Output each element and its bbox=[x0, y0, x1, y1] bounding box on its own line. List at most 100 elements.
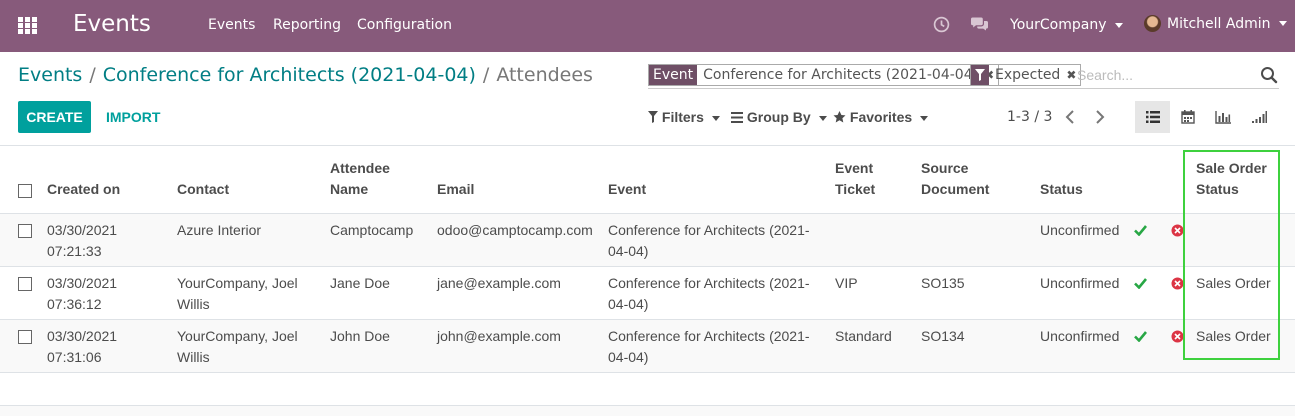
confirm-checkmark-icon[interactable] bbox=[1134, 330, 1148, 346]
facet-value: Conference for Architects (2021-04-04) bbox=[703, 67, 979, 83]
cell-email: odoo@camptocamp.com bbox=[437, 222, 593, 238]
table-row[interactable]: 03/30/2021 07:36:12 YourCompany, Joel Wi… bbox=[0, 267, 1295, 320]
cell-event-ticket: Standard bbox=[835, 328, 892, 344]
column-created-on[interactable]: Created on bbox=[47, 179, 120, 200]
avatar bbox=[1144, 15, 1161, 32]
cell-created-on: 03/30/2021 07:21:33 bbox=[47, 222, 118, 259]
table-header: Created on Contact Attendee Name Email E… bbox=[0, 146, 1295, 214]
cell-event: Conference for Architects (2021-04-04) bbox=[608, 222, 810, 259]
search-input[interactable] bbox=[1077, 65, 1252, 85]
cell-sale-order-status: Sales Order bbox=[1196, 275, 1271, 291]
cell-email: john@example.com bbox=[437, 328, 561, 344]
cell-contact: YourCompany, Joel Willis bbox=[177, 275, 298, 312]
breadcrumb-separator: / bbox=[89, 64, 96, 86]
search-facet-filter[interactable]: Expected ✖ bbox=[970, 64, 1082, 86]
cancel-circle-icon[interactable] bbox=[1171, 224, 1184, 241]
column-event[interactable]: Event bbox=[608, 179, 646, 200]
table-row[interactable]: 03/30/2021 07:21:33 Azure Interior Campt… bbox=[0, 214, 1295, 267]
company-name: YourCompany bbox=[1010, 17, 1107, 33]
facet-value: Expected bbox=[995, 67, 1061, 83]
cell-created-on: 03/30/2021 07:31:06 bbox=[47, 328, 118, 365]
row-checkbox[interactable] bbox=[18, 330, 32, 344]
breadcrumb: Events / Conference for Architects (2021-0… bbox=[18, 64, 593, 86]
group-by-dropdown[interactable]: Group By bbox=[731, 109, 827, 125]
select-all-checkbox[interactable] bbox=[18, 184, 32, 198]
clock-icon[interactable] bbox=[933, 16, 950, 37]
chevron-down-icon bbox=[1114, 22, 1123, 28]
search-facet-event[interactable]: Event Conference for Architects (2021-04… bbox=[648, 64, 1000, 86]
cell-email: jane@example.com bbox=[437, 275, 561, 291]
cancel-circle-icon[interactable] bbox=[1171, 330, 1184, 347]
user-name: Mitchell Admin bbox=[1167, 15, 1271, 32]
column-status[interactable]: Status bbox=[1040, 179, 1083, 200]
cell-contact: YourCompany, Joel Willis bbox=[177, 328, 298, 365]
chevron-down-icon bbox=[818, 115, 827, 121]
bar-chart-icon bbox=[1214, 110, 1231, 124]
menu-reporting[interactable]: Reporting bbox=[273, 17, 341, 33]
table-row[interactable]: 03/30/2021 07:31:06 YourCompany, Joel Wi… bbox=[0, 320, 1295, 373]
confirm-checkmark-icon[interactable] bbox=[1134, 224, 1148, 240]
menu-events[interactable]: Events bbox=[208, 17, 255, 33]
signal-bars-icon bbox=[1251, 110, 1267, 123]
chevron-down-icon bbox=[920, 115, 929, 121]
favorites-dropdown[interactable]: Favorites bbox=[833, 109, 929, 125]
cell-created-on: 03/30/2021 07:36:12 bbox=[47, 275, 118, 312]
filters-dropdown[interactable]: Filters bbox=[648, 109, 720, 125]
import-button[interactable]: IMPORT bbox=[106, 109, 160, 125]
user-menu[interactable]: Mitchell Admin bbox=[1144, 15, 1287, 32]
pager-value[interactable]: 1-3 / 3 bbox=[1007, 109, 1052, 125]
column-contact[interactable]: Contact bbox=[177, 179, 229, 200]
chevron-down-icon bbox=[1278, 21, 1287, 26]
list-icon bbox=[731, 112, 743, 123]
cohort-view-button[interactable] bbox=[1241, 101, 1276, 133]
list-view-icon bbox=[1145, 111, 1160, 123]
search-bar: Event Conference for Architects (2021-04… bbox=[648, 63, 1279, 89]
calendar-view-button[interactable] bbox=[1170, 101, 1205, 133]
cell-status: Unconfirmed bbox=[1040, 222, 1120, 238]
app-title[interactable]: Events bbox=[73, 11, 151, 37]
favorites-label: Favorites bbox=[849, 109, 913, 125]
cell-status: Unconfirmed bbox=[1040, 328, 1120, 344]
filters-label: Filters bbox=[661, 109, 704, 125]
confirm-checkmark-icon[interactable] bbox=[1134, 277, 1148, 293]
breadcrumb-event[interactable]: Conference for Architects (2021-04-04) bbox=[103, 64, 476, 86]
cell-sale-order-status: Sales Order bbox=[1196, 328, 1271, 344]
search-icon[interactable] bbox=[1260, 66, 1278, 88]
cell-status: Unconfirmed bbox=[1040, 275, 1120, 291]
filter-icon bbox=[971, 65, 989, 85]
column-sale-order-status[interactable]: Sale Order Status bbox=[1196, 158, 1276, 200]
company-switcher[interactable]: YourCompany bbox=[1010, 17, 1123, 33]
star-icon bbox=[833, 111, 846, 123]
column-attendee-name[interactable]: Attendee Name bbox=[330, 158, 410, 200]
filter-icon bbox=[648, 111, 658, 123]
list-footer bbox=[0, 406, 1295, 416]
cell-event: Conference for Architects (2021-04-04) bbox=[608, 275, 810, 312]
calendar-icon bbox=[1180, 110, 1195, 124]
column-email[interactable]: Email bbox=[437, 179, 474, 200]
column-event-ticket[interactable]: Event Ticket bbox=[835, 158, 895, 200]
cell-attendee-name: Jane Doe bbox=[330, 275, 390, 291]
column-source-document[interactable]: Source Document bbox=[921, 158, 1001, 200]
apps-grid-icon[interactable] bbox=[18, 17, 37, 34]
group-by-label: Group By bbox=[746, 109, 811, 125]
cancel-circle-icon[interactable] bbox=[1171, 277, 1184, 294]
chat-icon[interactable] bbox=[970, 16, 989, 37]
row-checkbox[interactable] bbox=[18, 224, 32, 238]
breadcrumb-events[interactable]: Events bbox=[18, 64, 82, 86]
cell-contact: Azure Interior bbox=[177, 222, 262, 238]
cell-attendee-name: Camptocamp bbox=[330, 222, 414, 238]
facet-tag: Event bbox=[649, 65, 698, 85]
menu-configuration[interactable]: Configuration bbox=[357, 17, 452, 33]
chevron-right-icon[interactable] bbox=[1095, 110, 1105, 128]
breadcrumb-separator: / bbox=[482, 64, 490, 86]
cell-source-document: SO135 bbox=[921, 275, 965, 291]
cell-event-ticket: VIP bbox=[835, 275, 858, 291]
chevron-down-icon bbox=[711, 115, 720, 121]
list-view-button[interactable] bbox=[1135, 101, 1170, 133]
chevron-left-icon[interactable] bbox=[1065, 110, 1075, 128]
cell-source-document: SO134 bbox=[921, 328, 965, 344]
create-button[interactable]: CREATE bbox=[18, 101, 91, 133]
graph-view-button[interactable] bbox=[1205, 101, 1240, 133]
cell-attendee-name: John Doe bbox=[330, 328, 390, 344]
row-checkbox[interactable] bbox=[18, 277, 32, 291]
